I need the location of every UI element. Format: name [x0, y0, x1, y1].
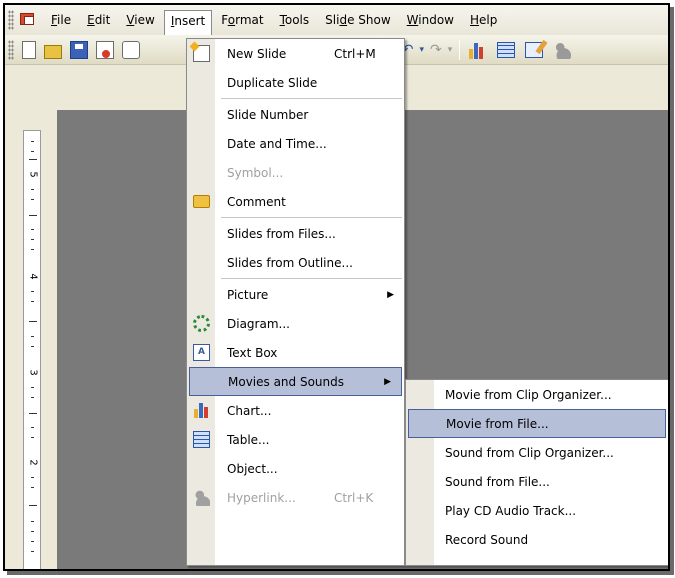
menu-item-label: Slides from Files... [227, 226, 336, 241]
comment-icon [193, 195, 210, 208]
menu-item-label: Comment [227, 194, 286, 209]
menu-item-label: Sound from Clip Organizer... [445, 445, 614, 460]
save-icon[interactable] [70, 40, 88, 59]
vertical-ruler[interactable]: 5 4 3 2 [23, 130, 41, 569]
toolbar-separator [459, 39, 461, 60]
insert-menu: New Slide Ctrl+M Duplicate Slide Slide N… [186, 38, 405, 566]
ruler-number: 4 [27, 273, 39, 280]
menu-item-label: Play CD Audio Track... [445, 503, 577, 518]
menu-item-record-sound[interactable]: Record Sound [406, 525, 668, 554]
people-icon[interactable] [553, 40, 572, 59]
powerpoint-app-icon[interactable] [18, 11, 38, 29]
table-icon[interactable] [497, 41, 516, 58]
text-box-icon: A [193, 344, 210, 361]
menu-item-label: Sound from File... [445, 474, 550, 489]
menu-item-label: Hyperlink... [227, 490, 296, 505]
menu-item-label: Chart... [227, 403, 272, 418]
menu-item-play-cd-audio-track[interactable]: Play CD Audio Track... [406, 496, 668, 525]
menu-separator [221, 278, 402, 279]
diagram-icon [193, 315, 210, 332]
menu-item-diagram[interactable]: Diagram... [187, 309, 404, 338]
menu-separator [221, 217, 402, 218]
menu-view[interactable]: View [119, 10, 161, 30]
new-slide-icon [193, 45, 210, 62]
menu-item-label: New Slide [227, 46, 287, 61]
menu-item-label: Movies and Sounds [228, 374, 345, 389]
menu-item-label: Symbol... [227, 165, 284, 180]
open-icon[interactable] [44, 44, 62, 59]
menu-item-new-slide[interactable]: New Slide Ctrl+M [187, 39, 404, 68]
attach-icon[interactable] [122, 40, 140, 59]
menu-item-text-box[interactable]: A Text Box [187, 338, 404, 367]
menu-item-slides-from-outline[interactable]: Slides from Outline... [187, 248, 404, 277]
redo-dropdown-icon[interactable]: ▾ [448, 45, 453, 55]
menu-item-shortcut: Ctrl+K [334, 490, 374, 505]
edit-icon[interactable] [525, 41, 544, 58]
menubar: File Edit View Insert Format Tools Slide… [5, 5, 668, 35]
menu-item-sound-from-clip-organizer[interactable]: Sound from Clip Organizer... [406, 438, 668, 467]
menu-item-shortcut: Ctrl+M [334, 46, 376, 61]
menu-item-chart[interactable]: Chart... [187, 396, 404, 425]
menu-item-label: Duplicate Slide [227, 75, 318, 90]
menu-item-sound-from-file[interactable]: Sound from File... [406, 467, 668, 496]
menu-format[interactable]: Format [214, 10, 270, 30]
menu-edit[interactable]: Edit [80, 10, 117, 30]
menu-item-date-and-time[interactable]: Date and Time... [187, 129, 404, 158]
submenu-arrow-icon: ▶ [384, 376, 391, 387]
ruler-number: 3 [27, 369, 39, 376]
menu-item-movie-from-file[interactable]: Movie from File... [408, 409, 666, 438]
menu-item-comment[interactable]: Comment [187, 187, 404, 216]
new-icon[interactable] [22, 40, 36, 59]
menu-item-label: Record Sound [445, 532, 529, 547]
menu-tools[interactable]: Tools [273, 10, 317, 30]
permission-icon[interactable] [96, 40, 114, 59]
chart-icon [193, 402, 210, 419]
hyperlink-icon [193, 489, 210, 506]
menu-item-movies-and-sounds[interactable]: Movies and Sounds ▶ [189, 367, 402, 396]
movies-and-sounds-submenu: Movie from Clip Organizer... Movie from … [405, 379, 668, 566]
menu-item-slide-number[interactable]: Slide Number [187, 100, 404, 129]
menu-item-label: Slides from Outline... [227, 255, 353, 270]
menu-item-label: Movie from File... [446, 416, 549, 431]
menu-item-label: Text Box [227, 345, 278, 360]
menu-item-label: Date and Time... [227, 136, 327, 151]
menu-item-slides-from-files[interactable]: Slides from Files... [187, 219, 404, 248]
menu-item-label: Object... [227, 461, 278, 476]
app-window: File Edit View Insert Format Tools Slide… [3, 3, 670, 571]
menu-item-table[interactable]: Table... [187, 425, 404, 454]
menu-item-object[interactable]: Object... [187, 454, 404, 483]
menu-slide-show[interactable]: Slide Show [318, 10, 398, 30]
toolbar-grip[interactable] [8, 39, 14, 60]
chart-icon[interactable] [469, 41, 487, 59]
table-icon [193, 431, 210, 448]
menu-insert[interactable]: Insert [163, 9, 213, 35]
redo-icon[interactable]: ↷ [430, 42, 442, 58]
menu-file[interactable]: File [44, 10, 78, 30]
menu-item-hyperlink[interactable]: Hyperlink... Ctrl+K [187, 483, 404, 512]
menu-item-label: Diagram... [227, 316, 290, 331]
menu-item-movie-from-clip-organizer[interactable]: Movie from Clip Organizer... [406, 380, 668, 409]
menu-separator [221, 98, 402, 99]
menu-window[interactable]: Window [400, 10, 461, 30]
menubar-grip[interactable] [8, 10, 14, 30]
menu-item-symbol[interactable]: Symbol... [187, 158, 404, 187]
ruler-number: 2 [27, 459, 39, 466]
menu-item-label: Slide Number [227, 107, 309, 122]
menu-help[interactable]: Help [463, 10, 504, 30]
undo-dropdown-icon[interactable]: ▾ [419, 45, 424, 55]
menu-item-duplicate-slide[interactable]: Duplicate Slide [187, 68, 404, 97]
ruler-number: 5 [27, 171, 39, 178]
menu-item-label: Picture [227, 287, 269, 302]
menu-item-label: Movie from Clip Organizer... [445, 387, 612, 402]
submenu-arrow-icon: ▶ [387, 289, 394, 300]
menu-item-label: Table... [227, 432, 270, 447]
menu-item-picture[interactable]: Picture ▶ [187, 280, 404, 309]
